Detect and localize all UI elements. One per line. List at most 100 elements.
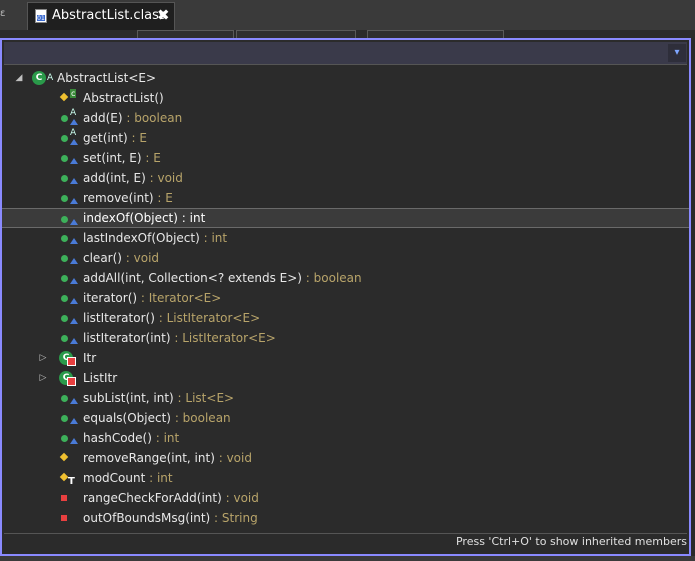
member-type: : void bbox=[121, 251, 160, 265]
tree-member-row[interactable]: equals(Object) : boolean bbox=[2, 408, 689, 428]
tree-member-label: clear() : void bbox=[83, 248, 159, 268]
member-name: set(int, E) bbox=[83, 151, 142, 165]
member-type: : String bbox=[210, 511, 258, 525]
tree-member-row[interactable]: outOfBoundsMsg(int) : String bbox=[2, 508, 689, 528]
member-type: : int bbox=[199, 231, 228, 245]
editor-tab-abstractlist[interactable]: 01 AbstractList.class ✖ bbox=[27, 2, 175, 30]
member-name: add(int, E) bbox=[83, 171, 146, 185]
public-method-icon bbox=[59, 148, 83, 168]
public-method-icon bbox=[59, 288, 83, 308]
member-name: subList(int, int) bbox=[83, 391, 174, 405]
member-name: rangeCheckForAdd(int) bbox=[83, 491, 222, 505]
tree-member-label: Itr bbox=[83, 348, 96, 368]
tree-root-abstractlist[interactable]: ◢ CA AbstractList<E> bbox=[2, 68, 689, 88]
member-type: : E bbox=[141, 151, 161, 165]
member-type: : boolean bbox=[171, 411, 231, 425]
tree-member-row[interactable]: removeRange(int, int) : void bbox=[2, 448, 689, 468]
tree-member-row[interactable]: Aget(int) : E bbox=[2, 128, 689, 148]
tab-overflow-glyph[interactable]: ε bbox=[0, 8, 6, 20]
editor-tab-strip: ε 01 AbstractList.class ✖ bbox=[0, 0, 695, 31]
member-name: get(int) bbox=[83, 131, 128, 145]
tree-member-label: remove(int) : E bbox=[83, 188, 173, 208]
member-type: : int bbox=[151, 431, 180, 445]
tree-member-row[interactable]: add(int, E) : void bbox=[2, 168, 689, 188]
close-icon[interactable]: ✖ bbox=[157, 6, 170, 24]
public-abstract-method-icon: A bbox=[59, 108, 83, 128]
public-method-icon bbox=[59, 308, 83, 328]
protected-method-icon bbox=[59, 448, 83, 468]
tree-member-row[interactable]: listIterator(int) : ListIterator<E> bbox=[2, 328, 689, 348]
member-name: AbstractList() bbox=[83, 91, 164, 105]
tree-member-label: ListItr bbox=[83, 368, 117, 388]
tree-member-label: listIterator() : ListIterator<E> bbox=[83, 308, 260, 328]
tree-member-row[interactable]: iterator() : Iterator<E> bbox=[2, 288, 689, 308]
tree-member-row[interactable]: ▷ C ListItr bbox=[2, 368, 689, 388]
tree-member-label: removeRange(int, int) : void bbox=[83, 448, 252, 468]
member-name: ListItr bbox=[83, 371, 118, 385]
tree-member-label: lastIndexOf(Object) : int bbox=[83, 228, 227, 248]
tree-member-label: subList(int, int) : List<E> bbox=[83, 388, 234, 408]
tree-member-row[interactable]: remove(int) : E bbox=[2, 188, 689, 208]
tree-member-label: equals(Object) : boolean bbox=[83, 408, 231, 428]
tree-member-row[interactable]: c AbstractList() bbox=[2, 88, 689, 108]
tree-member-row[interactable]: clear() : void bbox=[2, 248, 689, 268]
tree-member-label: set(int, E) : E bbox=[83, 148, 161, 168]
member-name: iterator() bbox=[83, 291, 138, 305]
member-type: : boolean bbox=[301, 271, 362, 285]
member-name: Itr bbox=[83, 351, 97, 365]
public-method-icon bbox=[59, 388, 83, 408]
tree-member-row[interactable]: lastIndexOf(Object) : int bbox=[2, 228, 689, 248]
class-file-icon: 01 bbox=[35, 9, 47, 23]
tree-root-label: AbstractList<E> bbox=[57, 71, 157, 85]
private-inner-class-icon: C bbox=[59, 348, 83, 368]
member-type: : E bbox=[153, 191, 173, 205]
member-type: : void bbox=[145, 171, 183, 185]
tree-member-label: modCount : int bbox=[83, 468, 173, 488]
expand-toggle-icon[interactable]: ▷ bbox=[38, 368, 48, 388]
member-type: : void bbox=[221, 491, 259, 505]
tree-member-row[interactable]: ▷ C Itr bbox=[2, 348, 689, 368]
tree-member-label: hashCode() : int bbox=[83, 428, 179, 448]
member-type: : boolean bbox=[122, 111, 183, 125]
member-name: clear() bbox=[83, 251, 122, 265]
member-name: removeRange(int, int) bbox=[83, 451, 215, 465]
tree-member-label: add(int, E) : void bbox=[83, 168, 183, 188]
public-method-icon bbox=[59, 248, 83, 268]
member-name: listIterator(int) bbox=[83, 331, 171, 345]
public-method-icon bbox=[59, 209, 83, 229]
tree-member-row[interactable]: subList(int, int) : List<E> bbox=[2, 388, 689, 408]
tree-member-row[interactable]: Aadd(E) : boolean bbox=[2, 108, 689, 128]
tree-member-row[interactable]: addAll(int, Collection<? extends E>) : b… bbox=[2, 268, 689, 288]
tree-member-label: add(E) : boolean bbox=[83, 108, 182, 128]
outline-filter-input[interactable] bbox=[4, 42, 687, 65]
member-type: : List<E> bbox=[173, 391, 235, 405]
tree-member-row[interactable]: TmodCount : int bbox=[2, 468, 689, 488]
window-bottom-edge bbox=[0, 556, 695, 561]
tree-member-row[interactable]: hashCode() : int bbox=[2, 428, 689, 448]
member-type: : int bbox=[177, 211, 206, 225]
expand-toggle-icon[interactable]: ▷ bbox=[38, 348, 48, 368]
expand-toggle-icon[interactable]: ◢ bbox=[14, 68, 24, 88]
abstract-class-icon: CA bbox=[32, 68, 56, 88]
member-name: hashCode() bbox=[83, 431, 152, 445]
status-bar: Press 'Ctrl+O' to show inherited members bbox=[4, 533, 687, 552]
member-name: modCount bbox=[83, 471, 146, 485]
public-method-icon bbox=[59, 228, 83, 248]
member-name: add(E) bbox=[83, 111, 123, 125]
status-hint: Press 'Ctrl+O' to show inherited members bbox=[455, 535, 687, 548]
tree-member-label: indexOf(Object) : int bbox=[83, 209, 205, 227]
public-method-icon bbox=[59, 168, 83, 188]
tree-member-row[interactable]: indexOf(Object) : int bbox=[2, 208, 689, 228]
tree-member-row[interactable]: listIterator() : ListIterator<E> bbox=[2, 308, 689, 328]
tab-title: AbstractList.class bbox=[52, 8, 166, 23]
tree-member-row[interactable]: rangeCheckForAdd(int) : void bbox=[2, 488, 689, 508]
tree-member-label: addAll(int, Collection<? extends E>) : b… bbox=[83, 268, 362, 288]
member-type: : E bbox=[127, 131, 147, 145]
member-type: : ListIterator<E> bbox=[170, 331, 276, 345]
public-method-icon bbox=[59, 188, 83, 208]
tree-member-row[interactable]: set(int, E) : E bbox=[2, 148, 689, 168]
member-type: : int bbox=[145, 471, 173, 485]
public-method-icon bbox=[59, 428, 83, 448]
editor-subheader bbox=[0, 30, 695, 39]
public-method-icon bbox=[59, 268, 83, 288]
